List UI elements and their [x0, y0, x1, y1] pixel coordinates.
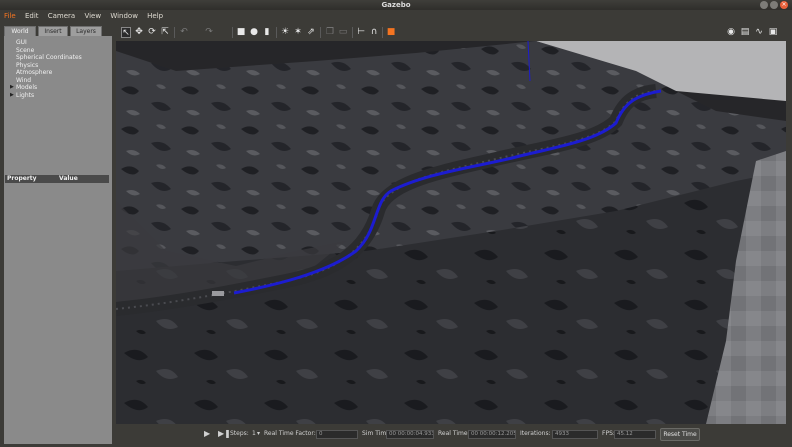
- change-view-icon[interactable]: ■: [386, 27, 396, 38]
- maximize-button[interactable]: [770, 1, 778, 9]
- copy-icon[interactable]: ❐: [325, 27, 335, 38]
- tree-item-models[interactable]: ▶ Models: [10, 84, 112, 92]
- box-shape-icon[interactable]: ■: [236, 27, 246, 38]
- plot-icon[interactable]: ∿: [754, 27, 764, 38]
- toolbar-separator: [232, 27, 233, 38]
- toolbar: ↖ ✥ ⟳ ⇱ ↶ ↷ ■ ● ▮ ☀ ✶ ⇗ ❐ ▭ ⊢ ∩ ■ ◉ ▤ ∿ …: [116, 24, 792, 41]
- toolbar-separator: [276, 27, 277, 38]
- expand-arrow-icon[interactable]: ▶: [10, 84, 14, 92]
- world-tree: GUI Scene Spherical Coordinates Physics …: [4, 36, 112, 176]
- tab-layers[interactable]: Layers: [70, 26, 102, 36]
- tree-item-gui[interactable]: GUI: [16, 39, 112, 47]
- cylinder-shape-icon[interactable]: ▮: [262, 27, 272, 38]
- tree-item-wind[interactable]: Wind: [16, 77, 112, 85]
- menu-bar: File Edit Camera View Window Help: [0, 10, 792, 22]
- tree-item-spherical-coordinates[interactable]: Spherical Coordinates: [16, 54, 112, 62]
- panel-tabs: World Insert Layers: [4, 24, 112, 36]
- tree-item-scene[interactable]: Scene: [16, 47, 112, 55]
- play-icon[interactable]: ▶: [204, 424, 210, 444]
- undo-icon[interactable]: ↶: [179, 27, 189, 38]
- toolbar-separator: [320, 27, 321, 38]
- close-button[interactable]: ×: [780, 1, 788, 9]
- tree-item-atmosphere[interactable]: Atmosphere: [16, 69, 112, 77]
- property-column-header: Property: [7, 175, 37, 182]
- iterations-label: Iterations:: [520, 430, 551, 437]
- toolbar-separator: [382, 27, 383, 38]
- point-light-icon[interactable]: ☀: [280, 27, 290, 38]
- steps-value[interactable]: 1: [252, 424, 256, 444]
- minimize-button[interactable]: [760, 1, 768, 9]
- terrain-render: [116, 41, 786, 424]
- align-icon[interactable]: ⊢: [356, 27, 366, 38]
- snap-icon[interactable]: ∩: [369, 27, 379, 38]
- directional-light-icon[interactable]: ⇗: [306, 27, 316, 38]
- tree-item-lights[interactable]: ▶ Lights: [10, 91, 112, 100]
- tab-world[interactable]: World: [4, 26, 36, 36]
- video-icon[interactable]: ▣: [768, 27, 778, 38]
- fps-field: 45.12: [614, 430, 656, 439]
- menu-view[interactable]: View: [84, 12, 101, 20]
- sphere-shape-icon[interactable]: ●: [249, 27, 259, 38]
- log-icon[interactable]: ▤: [740, 27, 750, 38]
- translate-tool-icon[interactable]: ✥: [134, 27, 144, 38]
- tree-item-physics[interactable]: Physics: [16, 62, 112, 70]
- menu-file[interactable]: File: [4, 12, 16, 20]
- real-time-field: 00 00:00:12.205: [468, 430, 516, 439]
- value-column-header: Value: [59, 175, 78, 182]
- tree-item-lights-label: Lights: [16, 91, 35, 99]
- sim-time-field: 00 00:00:04.933: [386, 430, 434, 439]
- menu-edit[interactable]: Edit: [25, 12, 39, 20]
- select-tool-icon[interactable]: ↖: [121, 27, 131, 38]
- menu-help[interactable]: Help: [147, 12, 163, 20]
- paste-icon[interactable]: ▭: [338, 27, 348, 38]
- iterations-field: 4933: [552, 430, 598, 439]
- left-panel: World Insert Layers GUI Scene Spherical …: [4, 24, 112, 444]
- window-title: Gazebo: [381, 1, 411, 9]
- real-time-label: Real Time:: [438, 430, 470, 437]
- title-bar: Gazebo ×: [0, 0, 792, 10]
- right-panel-splitter[interactable]: [786, 41, 792, 424]
- reset-time-button[interactable]: Reset Time: [660, 428, 700, 441]
- redo-icon[interactable]: ↷: [204, 27, 214, 38]
- bottom-bar: ▶ ▶❚ Steps: 1 ▾ Real Time Factor: 0 Sim …: [116, 424, 792, 444]
- rtf-label: Real Time Factor:: [264, 430, 316, 437]
- tab-insert[interactable]: Insert: [38, 26, 68, 36]
- screenshot-icon[interactable]: ◉: [726, 27, 736, 38]
- rtf-field: 0: [316, 430, 358, 439]
- tree-item-models-label: Models: [16, 84, 38, 91]
- toolbar-separator: [174, 27, 175, 38]
- steps-dropdown-icon[interactable]: ▾: [257, 424, 260, 444]
- scale-tool-icon[interactable]: ⇱: [160, 27, 170, 38]
- spot-light-icon[interactable]: ✶: [293, 27, 303, 38]
- rotate-tool-icon[interactable]: ⟳: [147, 27, 157, 38]
- expand-arrow-icon[interactable]: ▶: [10, 92, 14, 100]
- menu-window[interactable]: Window: [110, 12, 138, 20]
- toolbar-separator: [352, 27, 353, 38]
- gazebo-window: Gazebo × File Edit Camera View Window He…: [0, 0, 792, 447]
- menu-camera[interactable]: Camera: [48, 12, 75, 20]
- step-icon[interactable]: ▶❚: [218, 424, 231, 444]
- 3d-scene-viewport[interactable]: [116, 41, 786, 424]
- steps-label: Steps:: [230, 430, 249, 437]
- properties-header: Property Value: [5, 175, 109, 183]
- fps-label: FPS:: [602, 430, 615, 437]
